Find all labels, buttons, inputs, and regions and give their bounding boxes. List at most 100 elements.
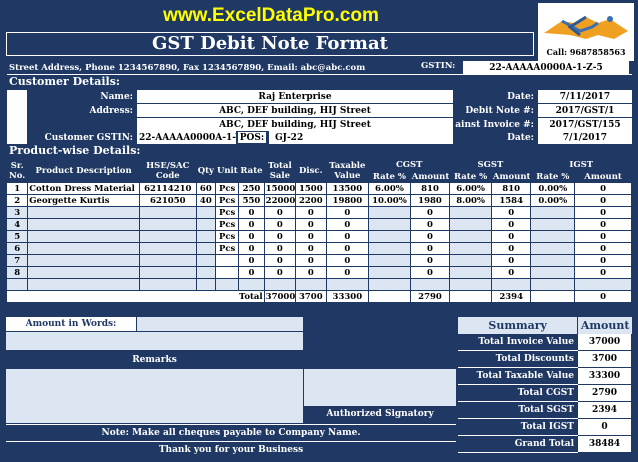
blank-row-cell[interactable] xyxy=(295,278,327,291)
cell-total-sale[interactable]: 0 xyxy=(263,254,297,267)
cell-cgst-amount[interactable]: 1980 xyxy=(409,194,451,207)
cell-igst-rate[interactable] xyxy=(530,218,576,231)
cell-total-sale[interactable]: 15000 xyxy=(263,182,297,195)
cell-igst-amount[interactable]: 0 xyxy=(574,242,632,255)
pos-value[interactable]: GJ-22 xyxy=(269,131,453,144)
cell-sr[interactable]: 2 xyxy=(5,194,29,207)
cell-total-sale[interactable]: 0 xyxy=(263,266,297,279)
cell-qty[interactable] xyxy=(195,266,216,279)
cell-rate[interactable]: 0 xyxy=(238,242,265,255)
cell-qty[interactable] xyxy=(195,206,216,219)
cell-sgst-amount[interactable]: 0 xyxy=(490,230,532,243)
cell-unit[interactable] xyxy=(214,266,240,279)
cell-qty[interactable] xyxy=(195,230,216,243)
cell-disc[interactable]: 0 xyxy=(295,266,327,279)
remarks-field[interactable] xyxy=(6,369,303,423)
cell-taxable[interactable]: 0 xyxy=(325,242,370,255)
blank-row-cell[interactable] xyxy=(138,278,197,291)
cell-cgst-rate[interactable] xyxy=(368,206,411,219)
cell-desc[interactable]: Georgette Kurtis xyxy=(27,194,140,207)
cell-cgst-rate[interactable] xyxy=(368,218,411,231)
customer-address-line2[interactable]: ABC, DEF building, HIJ Street xyxy=(137,118,453,131)
cell-sgst-rate[interactable] xyxy=(449,218,492,231)
cell-disc[interactable]: 0 xyxy=(295,206,327,219)
cell-desc[interactable] xyxy=(27,230,140,243)
blank-row-cell[interactable] xyxy=(325,278,370,291)
blank-row-cell[interactable] xyxy=(263,278,297,291)
cell-sr[interactable]: 8 xyxy=(5,266,29,279)
website-text[interactable]: www.ExcelDataPro.com xyxy=(121,5,421,27)
cell-cgst-rate[interactable] xyxy=(368,266,411,279)
cell-disc[interactable]: 2200 xyxy=(295,194,327,207)
cell-rate[interactable]: 0 xyxy=(238,254,265,267)
cell-sr[interactable]: 5 xyxy=(5,230,29,243)
cell-sr[interactable]: 6 xyxy=(5,242,29,255)
cell-cgst-rate[interactable]: 6.00% xyxy=(368,182,411,195)
cell-igst-rate[interactable]: 0.00% xyxy=(530,194,576,207)
cell-sgst-amount[interactable]: 0 xyxy=(490,266,532,279)
cell-igst-amount[interactable]: 0 xyxy=(574,194,632,207)
cell-igst-amount[interactable]: 0 xyxy=(574,182,632,195)
blank-row-cell[interactable] xyxy=(530,278,576,291)
cell-sgst-amount[interactable]: 0 xyxy=(490,206,532,219)
cell-sr[interactable]: 7 xyxy=(5,254,29,267)
cell-sr[interactable]: 4 xyxy=(5,218,29,231)
cell-igst-rate[interactable] xyxy=(530,254,576,267)
cell-total-sale[interactable]: 0 xyxy=(263,230,297,243)
company-gstin-value[interactable]: 22-AAAAA0000A-1-Z-5 xyxy=(463,61,629,74)
cell-rate[interactable]: 0 xyxy=(238,266,265,279)
cell-qty[interactable]: 40 xyxy=(195,194,216,207)
invoice-date-value[interactable]: 7/1/2017 xyxy=(538,131,632,144)
blank-row-cell[interactable] xyxy=(5,278,29,291)
customer-address-line1[interactable]: ABC, DEF building, HIJ Street xyxy=(137,104,453,117)
cell-cgst-rate[interactable]: 10.00% xyxy=(368,194,411,207)
cell-unit[interactable]: Pcs xyxy=(214,182,240,195)
cell-rate[interactable]: 250 xyxy=(238,182,265,195)
cell-disc[interactable]: 0 xyxy=(295,242,327,255)
cell-cgst-rate[interactable] xyxy=(368,242,411,255)
cell-sr[interactable]: 1 xyxy=(5,182,29,195)
cell-igst-rate[interactable] xyxy=(530,266,576,279)
blank-row-cell[interactable] xyxy=(409,278,451,291)
cell-desc[interactable]: Cotton Dress Material xyxy=(27,182,140,195)
cell-taxable[interactable]: 0 xyxy=(325,230,370,243)
cell-unit[interactable]: Pcs xyxy=(214,206,240,219)
cell-total-sale[interactable]: 0 xyxy=(263,206,297,219)
amount-words-field[interactable] xyxy=(137,317,303,331)
cell-rate[interactable]: 0 xyxy=(238,230,265,243)
cell-igst-amount[interactable]: 0 xyxy=(574,254,632,267)
blank-row-cell[interactable] xyxy=(214,278,240,291)
cell-disc[interactable]: 0 xyxy=(295,254,327,267)
cell-hsn[interactable] xyxy=(138,218,197,231)
cell-igst-rate[interactable] xyxy=(530,206,576,219)
cell-qty[interactable] xyxy=(195,218,216,231)
cell-cgst-amount[interactable]: 0 xyxy=(409,254,451,267)
cell-sgst-rate[interactable] xyxy=(449,230,492,243)
cell-sgst-rate[interactable] xyxy=(449,266,492,279)
cell-unit[interactable]: Pcs xyxy=(214,230,240,243)
cell-taxable[interactable]: 0 xyxy=(325,254,370,267)
cell-taxable[interactable]: 0 xyxy=(325,218,370,231)
date-value[interactable]: 7/11/2017 xyxy=(538,90,632,103)
cell-unit[interactable] xyxy=(214,254,240,267)
blank-row-cell[interactable] xyxy=(195,278,216,291)
cell-qty[interactable] xyxy=(195,254,216,267)
cell-unit[interactable]: Pcs xyxy=(214,242,240,255)
cell-qty[interactable]: 60 xyxy=(195,182,216,195)
against-invoice-value[interactable]: 2017/GST/155 xyxy=(538,118,632,131)
cell-desc[interactable] xyxy=(27,254,140,267)
cell-igst-rate[interactable]: 0.00% xyxy=(530,182,576,195)
cell-unit[interactable]: Pcs xyxy=(214,218,240,231)
blank-row-cell[interactable] xyxy=(449,278,492,291)
blank-row-cell[interactable] xyxy=(27,278,140,291)
cell-disc[interactable]: 0 xyxy=(295,218,327,231)
cell-hsn[interactable] xyxy=(138,266,197,279)
cell-sgst-amount[interactable]: 810 xyxy=(490,182,532,195)
cell-cgst-amount[interactable]: 0 xyxy=(409,206,451,219)
cell-hsn[interactable] xyxy=(138,254,197,267)
cell-rate[interactable]: 550 xyxy=(238,194,265,207)
cell-sgst-amount[interactable]: 0 xyxy=(490,242,532,255)
cell-igst-rate[interactable] xyxy=(530,230,576,243)
blank-row-cell[interactable] xyxy=(490,278,532,291)
cell-sgst-amount[interactable]: 0 xyxy=(490,254,532,267)
